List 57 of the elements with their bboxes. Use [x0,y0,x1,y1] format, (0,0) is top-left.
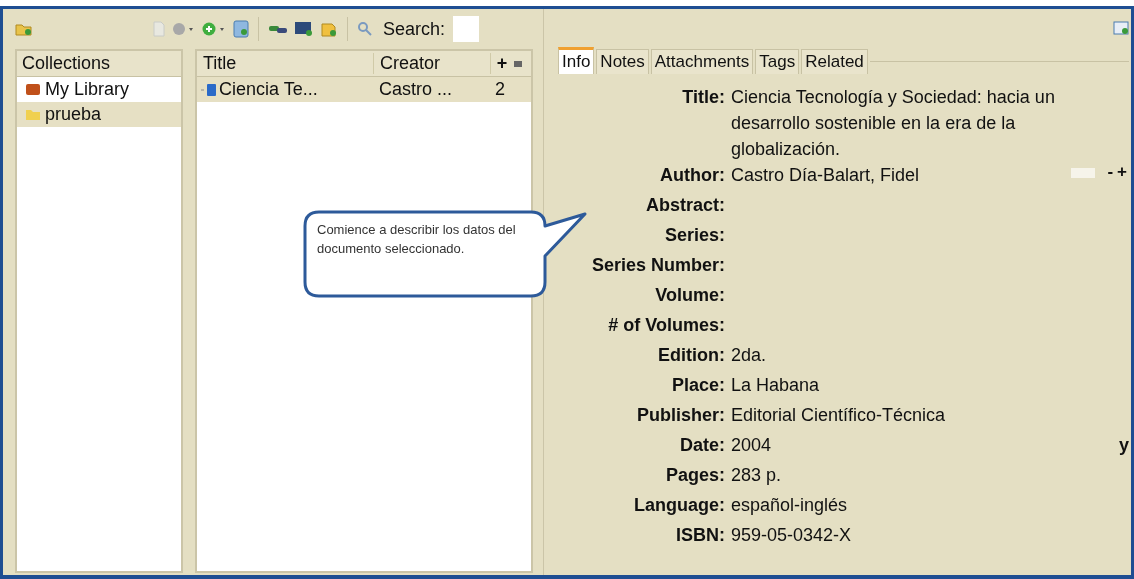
folder-icon [25,108,41,121]
tab[interactable]: Info [558,47,595,74]
field-value[interactable]: Castro Día-Balart, Fidel [731,162,920,188]
title-column-header[interactable]: Title [197,53,374,74]
field-label: Author: [659,164,726,187]
table-cell-text: Ciencia Te... [219,79,319,100]
creator-button[interactable]: - [1105,162,1116,182]
field-label: Edition: [657,344,726,367]
collections-header[interactable]: Collections [17,51,181,77]
tab[interactable]: Attachments [650,49,754,74]
field-label: Series Number: [590,254,726,277]
item-row[interactable]: Ciencia Te... Castro ... 2 [197,77,531,102]
field-label: Language: [633,494,726,517]
field-label: Abstract: [645,194,726,217]
tab[interactable]: Notes [596,49,649,74]
field-value[interactable]: español-inglés [731,492,848,518]
tab[interactable]: Related [801,49,868,74]
gear-dropdown-icon[interactable] [171,21,195,37]
field-label: Volume: [654,284,726,307]
table-cell-text: 2 [495,79,506,100]
field-value[interactable]: Editorial Científico-Técnica [731,402,946,428]
search-icon[interactable] [357,21,373,37]
document-icon[interactable] [233,20,249,38]
field-value[interactable]: 2004 [731,432,772,458]
creator-column-header[interactable]: Creator [374,53,491,74]
note-icon[interactable] [320,21,338,37]
search-field[interactable] [453,16,480,42]
table-cell-text: Castro ... [378,79,454,100]
field-label: Date: [679,434,726,457]
count-column-header[interactable]: + [491,53,513,74]
field-label: Title: [681,86,726,109]
collection-item[interactable]: prueba [17,102,181,127]
callout-text: Comience a describir los datos del documento seleccionado. [317,221,517,258]
tab[interactable]: Tags [755,49,800,74]
collection-item[interactable]: My Library [17,77,181,102]
date-format-text: y [1119,434,1129,457]
field-label: Publisher: [636,404,726,427]
field-label: Pages: [664,464,726,487]
creator-button[interactable]: + [1115,162,1129,182]
field-label: ISBN: [675,524,726,547]
add-item-dropdown-icon[interactable] [201,21,227,37]
field-label: Place: [670,374,726,397]
new-folder-icon[interactable] [15,22,33,36]
field-value[interactable]: La Habana [731,372,820,398]
book-icon [199,82,219,97]
field-value[interactable]: Ciencia Tecnología y Sociedad: hacia un desarrollo sostenible en la era de la globalización. [731,84,1076,162]
field-value[interactable]: 959-05-0342-X [731,522,852,548]
library-icon [25,83,41,96]
field-label: # of Volumes: [607,314,726,337]
creator-type-field[interactable] [1071,168,1096,178]
field-value[interactable]: 283 p. [731,462,782,488]
search-label: Search: [383,18,446,40]
field-value[interactable]: 2da. [731,342,767,368]
attachment-icon[interactable] [294,21,314,37]
column-picker-icon[interactable] [513,58,523,69]
window-icon[interactable] [1113,21,1129,35]
field-label: Series: [663,224,726,247]
